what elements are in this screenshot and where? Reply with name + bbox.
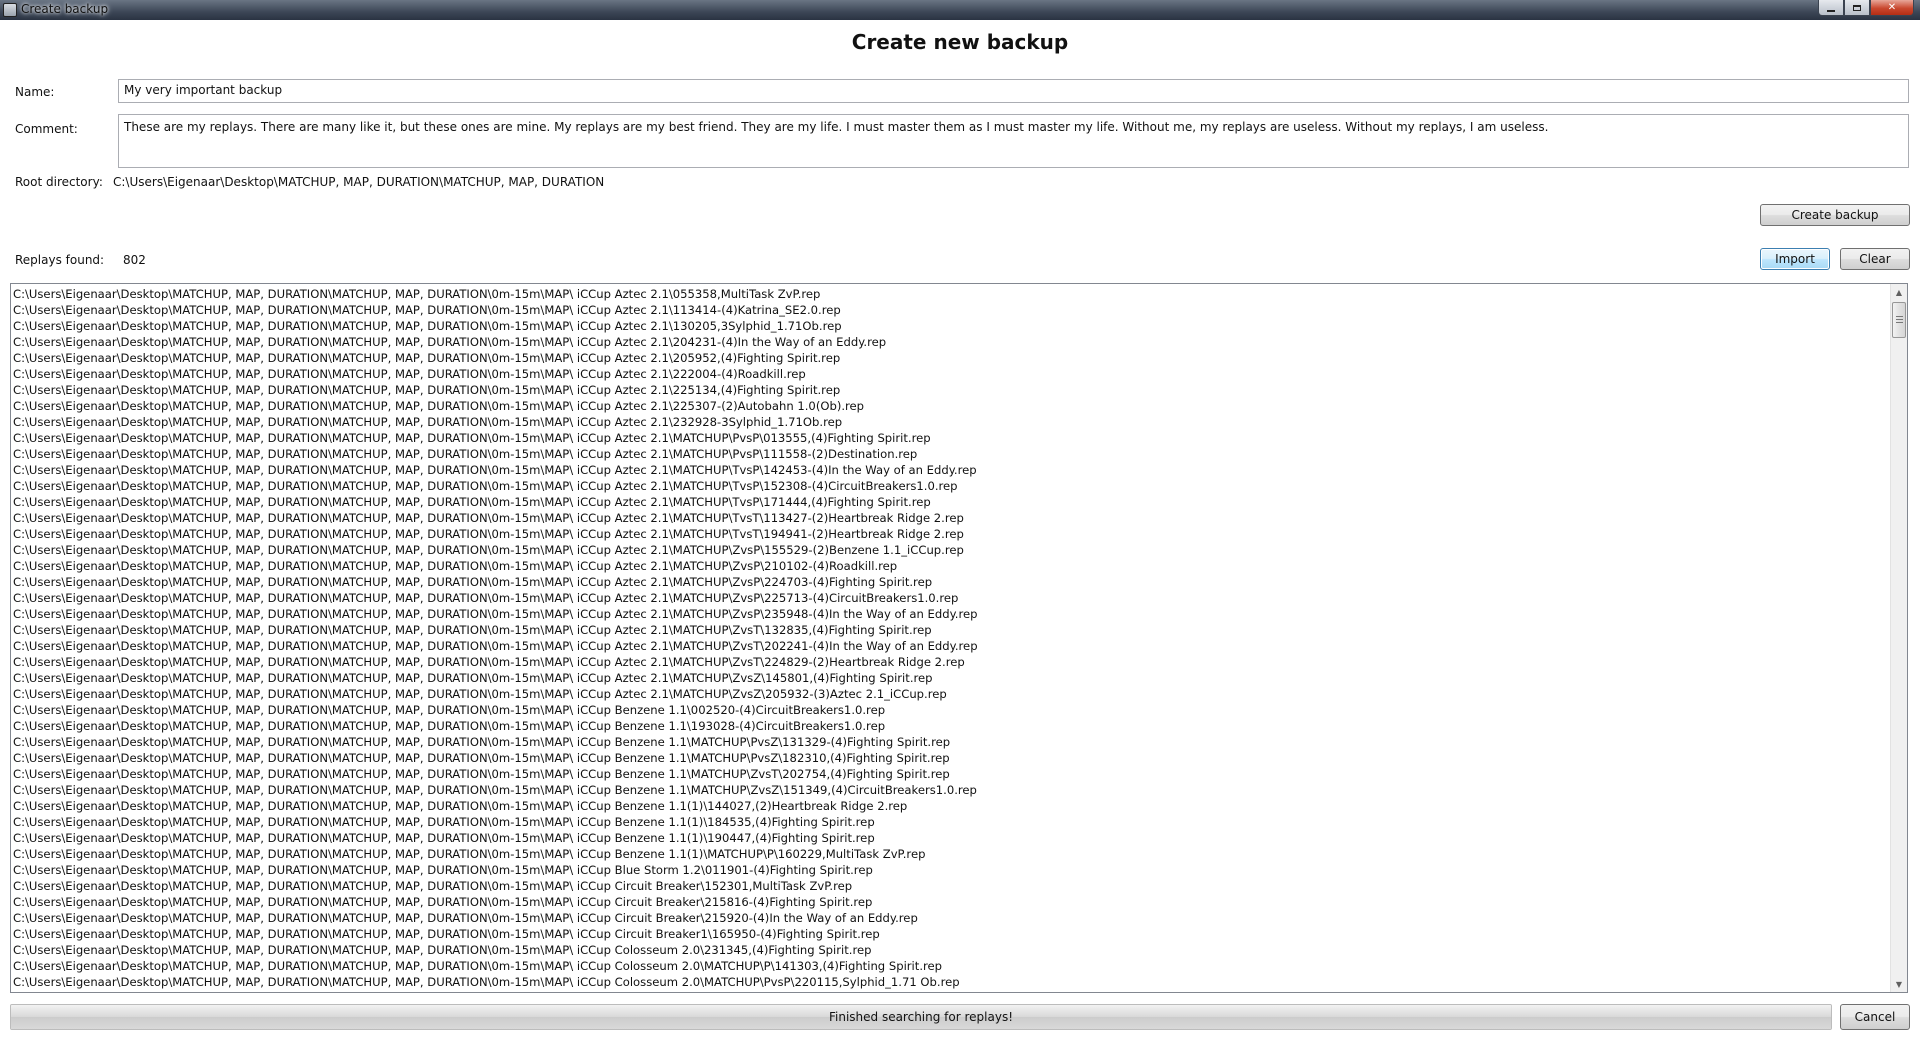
create-backup-button[interactable]: Create backup <box>1760 204 1910 226</box>
list-item[interactable]: C:\Users\Eigenaar\Desktop\MATCHUP, MAP, … <box>13 462 1889 478</box>
list-item[interactable]: C:\Users\Eigenaar\Desktop\MATCHUP, MAP, … <box>13 862 1889 878</box>
list-item[interactable]: C:\Users\Eigenaar\Desktop\MATCHUP, MAP, … <box>13 606 1889 622</box>
list-item[interactable]: C:\Users\Eigenaar\Desktop\MATCHUP, MAP, … <box>13 510 1889 526</box>
close-icon: ✕ <box>1887 1 1897 13</box>
list-item[interactable]: C:\Users\Eigenaar\Desktop\MATCHUP, MAP, … <box>13 878 1889 894</box>
cancel-button[interactable]: Cancel <box>1840 1004 1910 1030</box>
list-item[interactable]: C:\Users\Eigenaar\Desktop\MATCHUP, MAP, … <box>13 558 1889 574</box>
grip-line <box>1896 319 1903 320</box>
list-item[interactable]: C:\Users\Eigenaar\Desktop\MATCHUP, MAP, … <box>13 590 1889 606</box>
minimize-icon <box>1827 9 1835 12</box>
status-text: Finished searching for replays! <box>828 1010 1014 1024</box>
list-item[interactable]: C:\Users\Eigenaar\Desktop\MATCHUP, MAP, … <box>13 622 1889 638</box>
list-item[interactable]: C:\Users\Eigenaar\Desktop\MATCHUP, MAP, … <box>13 414 1889 430</box>
list-item[interactable]: C:\Users\Eigenaar\Desktop\MATCHUP, MAP, … <box>13 926 1889 942</box>
list-item[interactable]: C:\Users\Eigenaar\Desktop\MATCHUP, MAP, … <box>13 958 1889 974</box>
title-bar: Create backup ✕ <box>0 0 1920 20</box>
list-item[interactable]: C:\Users\Eigenaar\Desktop\MATCHUP, MAP, … <box>13 910 1889 926</box>
clear-button[interactable]: Clear <box>1840 248 1910 270</box>
search-progress-bar: Finished searching for replays! <box>10 1004 1832 1030</box>
name-input[interactable]: My very important backup <box>118 79 1909 103</box>
scroll-thumb[interactable] <box>1892 302 1906 338</box>
list-item[interactable]: C:\Users\Eigenaar\Desktop\MATCHUP, MAP, … <box>13 782 1889 798</box>
minimize-button[interactable] <box>1818 0 1844 16</box>
list-item[interactable]: C:\Users\Eigenaar\Desktop\MATCHUP, MAP, … <box>13 542 1889 558</box>
list-item[interactable]: C:\Users\Eigenaar\Desktop\MATCHUP, MAP, … <box>13 750 1889 766</box>
name-label: Name: <box>15 85 55 99</box>
list-item[interactable]: C:\Users\Eigenaar\Desktop\MATCHUP, MAP, … <box>13 334 1889 350</box>
window-controls: ✕ <box>1818 0 1914 18</box>
replays-found-label: Replays found: <box>15 253 105 267</box>
list-item[interactable]: C:\Users\Eigenaar\Desktop\MATCHUP, MAP, … <box>13 350 1889 366</box>
list-item[interactable]: C:\Users\Eigenaar\Desktop\MATCHUP, MAP, … <box>13 846 1889 862</box>
list-item[interactable]: C:\Users\Eigenaar\Desktop\MATCHUP, MAP, … <box>13 702 1889 718</box>
list-item[interactable]: C:\Users\Eigenaar\Desktop\MATCHUP, MAP, … <box>13 686 1889 702</box>
replays-found-count: 802 <box>123 253 146 267</box>
close-button[interactable]: ✕ <box>1870 0 1914 16</box>
list-item[interactable]: C:\Users\Eigenaar\Desktop\MATCHUP, MAP, … <box>13 814 1889 830</box>
list-item[interactable]: C:\Users\Eigenaar\Desktop\MATCHUP, MAP, … <box>13 366 1889 382</box>
scroll-up-arrow-icon[interactable]: ▲ <box>1891 284 1907 300</box>
replay-list[interactable]: C:\Users\Eigenaar\Desktop\MATCHUP, MAP, … <box>10 283 1908 993</box>
list-item[interactable]: C:\Users\Eigenaar\Desktop\MATCHUP, MAP, … <box>13 302 1889 318</box>
list-item[interactable]: C:\Users\Eigenaar\Desktop\MATCHUP, MAP, … <box>13 318 1889 334</box>
grip-line <box>1896 322 1903 323</box>
window-title: Create backup <box>21 2 109 16</box>
root-directory-value: C:\Users\Eigenaar\Desktop\MATCHUP, MAP, … <box>113 175 605 189</box>
list-item[interactable]: C:\Users\Eigenaar\Desktop\MATCHUP, MAP, … <box>13 638 1889 654</box>
scroll-down-arrow-icon[interactable]: ▼ <box>1891 976 1907 992</box>
replay-list-items: C:\Users\Eigenaar\Desktop\MATCHUP, MAP, … <box>13 286 1889 992</box>
list-item[interactable]: C:\Users\Eigenaar\Desktop\MATCHUP, MAP, … <box>13 494 1889 510</box>
comment-input[interactable]: These are my replays. There are many lik… <box>118 114 1909 168</box>
list-item[interactable]: C:\Users\Eigenaar\Desktop\MATCHUP, MAP, … <box>13 718 1889 734</box>
list-item[interactable]: C:\Users\Eigenaar\Desktop\MATCHUP, MAP, … <box>13 670 1889 686</box>
list-item[interactable]: C:\Users\Eigenaar\Desktop\MATCHUP, MAP, … <box>13 974 1889 990</box>
import-button[interactable]: Import <box>1760 248 1830 270</box>
list-item[interactable]: C:\Users\Eigenaar\Desktop\MATCHUP, MAP, … <box>13 446 1889 462</box>
root-directory-label: Root directory: <box>15 175 103 189</box>
list-item[interactable]: C:\Users\Eigenaar\Desktop\MATCHUP, MAP, … <box>13 654 1889 670</box>
app-icon <box>3 3 17 17</box>
list-item[interactable]: C:\Users\Eigenaar\Desktop\MATCHUP, MAP, … <box>13 286 1889 302</box>
list-item[interactable]: C:\Users\Eigenaar\Desktop\MATCHUP, MAP, … <box>13 766 1889 782</box>
maximize-icon <box>1853 4 1861 11</box>
list-item[interactable]: C:\Users\Eigenaar\Desktop\MATCHUP, MAP, … <box>13 574 1889 590</box>
create-backup-window: Create backup ✕ Create new backup Name: … <box>0 0 1920 1040</box>
list-item[interactable]: C:\Users\Eigenaar\Desktop\MATCHUP, MAP, … <box>13 478 1889 494</box>
maximize-button[interactable] <box>1844 0 1870 16</box>
list-item[interactable]: C:\Users\Eigenaar\Desktop\MATCHUP, MAP, … <box>13 734 1889 750</box>
list-item[interactable]: C:\Users\Eigenaar\Desktop\MATCHUP, MAP, … <box>13 894 1889 910</box>
list-item[interactable]: C:\Users\Eigenaar\Desktop\MATCHUP, MAP, … <box>13 798 1889 814</box>
list-item[interactable]: C:\Users\Eigenaar\Desktop\MATCHUP, MAP, … <box>13 526 1889 542</box>
page-title: Create new backup <box>851 30 1069 54</box>
list-item[interactable]: C:\Users\Eigenaar\Desktop\MATCHUP, MAP, … <box>13 382 1889 398</box>
list-item[interactable]: C:\Users\Eigenaar\Desktop\MATCHUP, MAP, … <box>13 430 1889 446</box>
list-item[interactable]: C:\Users\Eigenaar\Desktop\MATCHUP, MAP, … <box>13 398 1889 414</box>
grip-line <box>1896 316 1903 317</box>
list-item[interactable]: C:\Users\Eigenaar\Desktop\MATCHUP, MAP, … <box>13 942 1889 958</box>
comment-label: Comment: <box>15 122 78 136</box>
vertical-scrollbar[interactable]: ▲ ▼ <box>1890 284 1907 992</box>
list-item[interactable]: C:\Users\Eigenaar\Desktop\MATCHUP, MAP, … <box>13 830 1889 846</box>
